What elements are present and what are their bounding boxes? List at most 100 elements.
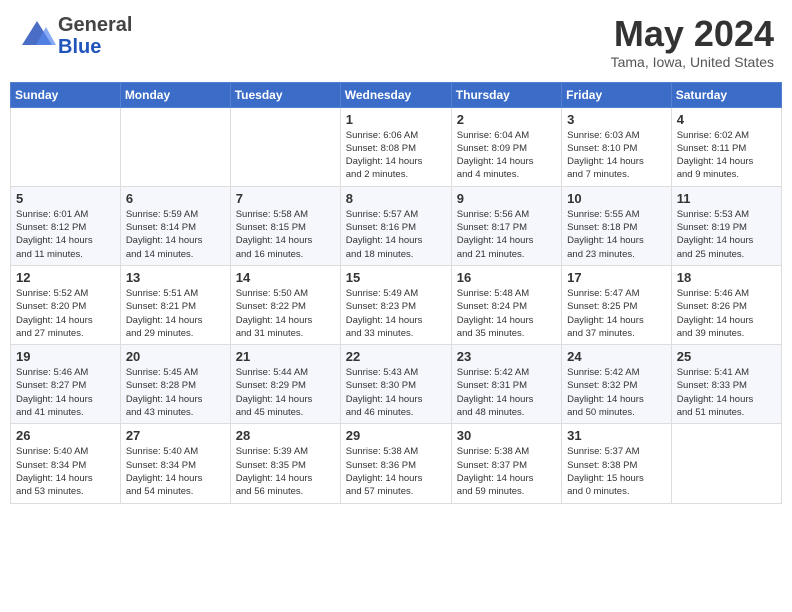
day-info: Sunrise: 5:40 AMSunset: 8:34 PMDaylight:… bbox=[126, 445, 225, 498]
calendar-cell-1-2: 7 Sunrise: 5:58 AMSunset: 8:15 PMDaylight… bbox=[230, 186, 340, 265]
calendar-cell-2-3: 15Sunrise: 5:49 AMSunset: 8:23 PMDayligh… bbox=[340, 265, 451, 344]
day-number: 20 bbox=[126, 349, 225, 364]
day-info: Sunrise: 5:41 AMSunset: 8:33 PMDaylight:… bbox=[677, 366, 776, 419]
calendar-cell-3-5: 24Sunrise: 5:42 AMSunset: 8:32 PMDayligh… bbox=[562, 345, 672, 424]
day-info: Sunrise: 5:57 AMSunset: 8:16 PMDaylight:… bbox=[346, 208, 446, 261]
logo-general-text: General bbox=[58, 14, 132, 36]
day-info: Sunrise: 5:44 AMSunset: 8:29 PMDaylight:… bbox=[236, 366, 335, 419]
day-info: Sunrise: 5:52 AMSunset: 8:20 PMDaylight:… bbox=[16, 287, 115, 340]
day-number: 24 bbox=[567, 349, 666, 364]
day-number: 23 bbox=[457, 349, 556, 364]
day-number: 1 bbox=[346, 112, 446, 127]
day-number: 9 bbox=[457, 191, 556, 206]
logo-blue-text: Blue bbox=[58, 36, 132, 58]
day-info: Sunrise: 5:38 AMSunset: 8:37 PMDaylight:… bbox=[457, 445, 556, 498]
day-number: 11 bbox=[677, 191, 776, 206]
day-number: 31 bbox=[567, 428, 666, 443]
day-number: 28 bbox=[236, 428, 335, 443]
calendar-cell-0-5: 3Sunrise: 6:03 AMSunset: 8:10 PMDaylight… bbox=[562, 107, 672, 186]
day-number: 29 bbox=[346, 428, 446, 443]
calendar-cell-2-6: 18 Sunrise: 5:46 AMSunset: 8:26 PMDayligh… bbox=[671, 265, 781, 344]
location-label: Tama, Iowa, United States bbox=[611, 54, 774, 70]
week-row-2: 5 Sunrise: 6:01 AMSunset: 8:12 PMDaylight… bbox=[11, 186, 782, 265]
col-friday: Friday bbox=[562, 82, 672, 107]
calendar-cell-4-0: 26Sunrise: 5:40 AMSunset: 8:34 PMDayligh… bbox=[11, 424, 121, 503]
calendar-cell-1-4: 9 Sunrise: 5:56 AMSunset: 8:17 PMDaylight… bbox=[451, 186, 561, 265]
calendar-cell-2-0: 12Sunrise: 5:52 AMSunset: 8:20 PMDayligh… bbox=[11, 265, 121, 344]
day-info: Sunrise: 5:56 AMSunset: 8:17 PMDaylight:… bbox=[457, 208, 556, 261]
day-number: 7 bbox=[236, 191, 335, 206]
week-row-3: 12Sunrise: 5:52 AMSunset: 8:20 PMDayligh… bbox=[11, 265, 782, 344]
calendar-cell-3-3: 22 Sunrise: 5:43 AMSunset: 8:30 PMDayligh… bbox=[340, 345, 451, 424]
page-header: General Blue May 2024 Tama, Iowa, United… bbox=[10, 10, 782, 74]
calendar-cell-3-1: 20 Sunrise: 5:45 AMSunset: 8:28 PMDayligh… bbox=[120, 345, 230, 424]
day-number: 16 bbox=[457, 270, 556, 285]
calendar-cell-1-1: 6Sunrise: 5:59 AMSunset: 8:14 PMDaylight… bbox=[120, 186, 230, 265]
day-info: Sunrise: 6:06 AMSunset: 8:08 PMDaylight:… bbox=[346, 129, 446, 182]
day-info: Sunrise: 5:43 AMSunset: 8:30 PMDaylight:… bbox=[346, 366, 446, 419]
week-row-4: 19 Sunrise: 5:46 AMSunset: 8:27 PMDayligh… bbox=[11, 345, 782, 424]
calendar-cell-0-2 bbox=[230, 107, 340, 186]
day-number: 19 bbox=[16, 349, 115, 364]
calendar-cell-1-6: 11 Sunrise: 5:53 AMSunset: 8:19 PMDayligh… bbox=[671, 186, 781, 265]
calendar-cell-2-2: 14 Sunrise: 5:50 AMSunset: 8:22 PMDayligh… bbox=[230, 265, 340, 344]
day-info: Sunrise: 5:48 AMSunset: 8:24 PMDaylight:… bbox=[457, 287, 556, 340]
day-info: Sunrise: 5:45 AMSunset: 8:28 PMDaylight:… bbox=[126, 366, 225, 419]
day-info: Sunrise: 5:46 AMSunset: 8:26 PMDaylight:… bbox=[677, 287, 776, 340]
day-info: Sunrise: 6:01 AMSunset: 8:12 PMDaylight:… bbox=[16, 208, 115, 261]
calendar-cell-3-0: 19 Sunrise: 5:46 AMSunset: 8:27 PMDayligh… bbox=[11, 345, 121, 424]
calendar-cell-4-6 bbox=[671, 424, 781, 503]
day-info: Sunrise: 5:39 AMSunset: 8:35 PMDaylight:… bbox=[236, 445, 335, 498]
day-info: Sunrise: 5:51 AMSunset: 8:21 PMDaylight:… bbox=[126, 287, 225, 340]
day-number: 17 bbox=[567, 270, 666, 285]
calendar-cell-4-3: 29 Sunrise: 5:38 AMSunset: 8:36 PMDayligh… bbox=[340, 424, 451, 503]
month-title: May 2024 bbox=[611, 14, 774, 54]
day-number: 18 bbox=[677, 270, 776, 285]
day-number: 5 bbox=[16, 191, 115, 206]
day-number: 21 bbox=[236, 349, 335, 364]
calendar-header-row: Sunday Monday Tuesday Wednesday Thursday… bbox=[11, 82, 782, 107]
day-info: Sunrise: 5:46 AMSunset: 8:27 PMDaylight:… bbox=[16, 366, 115, 419]
calendar-cell-2-4: 16 Sunrise: 5:48 AMSunset: 8:24 PMDayligh… bbox=[451, 265, 561, 344]
day-number: 14 bbox=[236, 270, 335, 285]
day-info: Sunrise: 6:02 AMSunset: 8:11 PMDaylight:… bbox=[677, 129, 776, 182]
day-info: Sunrise: 5:55 AMSunset: 8:18 PMDaylight:… bbox=[567, 208, 666, 261]
logo: General Blue bbox=[18, 14, 132, 58]
day-number: 26 bbox=[16, 428, 115, 443]
calendar-cell-0-1 bbox=[120, 107, 230, 186]
calendar-body: 1 Sunrise: 6:06 AMSunset: 8:08 PMDaylight… bbox=[11, 107, 782, 503]
calendar-cell-3-2: 21 Sunrise: 5:44 AMSunset: 8:29 PMDayligh… bbox=[230, 345, 340, 424]
calendar-cell-1-0: 5 Sunrise: 6:01 AMSunset: 8:12 PMDaylight… bbox=[11, 186, 121, 265]
calendar-cell-4-2: 28 Sunrise: 5:39 AMSunset: 8:35 PMDayligh… bbox=[230, 424, 340, 503]
day-info: Sunrise: 5:58 AMSunset: 8:15 PMDaylight:… bbox=[236, 208, 335, 261]
calendar-cell-4-5: 31 Sunrise: 5:37 AMSunset: 8:38 PMDayligh… bbox=[562, 424, 672, 503]
calendar-cell-3-6: 25 Sunrise: 5:41 AMSunset: 8:33 PMDayligh… bbox=[671, 345, 781, 424]
col-monday: Monday bbox=[120, 82, 230, 107]
col-sunday: Sunday bbox=[11, 82, 121, 107]
logo-name: General Blue bbox=[58, 14, 132, 58]
day-info: Sunrise: 5:37 AMSunset: 8:38 PMDaylight:… bbox=[567, 445, 666, 498]
calendar-cell-4-4: 30Sunrise: 5:38 AMSunset: 8:37 PMDayligh… bbox=[451, 424, 561, 503]
day-info: Sunrise: 5:47 AMSunset: 8:25 PMDaylight:… bbox=[567, 287, 666, 340]
calendar-cell-3-4: 23Sunrise: 5:42 AMSunset: 8:31 PMDayligh… bbox=[451, 345, 561, 424]
col-saturday: Saturday bbox=[671, 82, 781, 107]
day-number: 10 bbox=[567, 191, 666, 206]
day-info: Sunrise: 5:50 AMSunset: 8:22 PMDaylight:… bbox=[236, 287, 335, 340]
day-number: 6 bbox=[126, 191, 225, 206]
day-number: 8 bbox=[346, 191, 446, 206]
week-row-5: 26 Sunrise: 5:40 AMSunset: 8:34 PMDayligh… bbox=[11, 424, 782, 503]
day-info: Sunrise: 5:38 AMSunset: 8:36 PMDaylight:… bbox=[346, 445, 446, 498]
day-number: 25 bbox=[677, 349, 776, 364]
calendar-cell-1-3: 8 Sunrise: 5:57 AMSunset: 8:16 PMDaylight… bbox=[340, 186, 451, 265]
calendar-cell-2-1: 13Sunrise: 5:51 AMSunset: 8:21 PMDayligh… bbox=[120, 265, 230, 344]
calendar-table: Sunday Monday Tuesday Wednesday Thursday… bbox=[10, 82, 782, 504]
day-info: Sunrise: 5:53 AMSunset: 8:19 PMDaylight:… bbox=[677, 208, 776, 261]
day-number: 22 bbox=[346, 349, 446, 364]
day-number: 4 bbox=[677, 112, 776, 127]
col-wednesday: Wednesday bbox=[340, 82, 451, 107]
calendar-cell-0-3: 1 Sunrise: 6:06 AMSunset: 8:08 PMDaylight… bbox=[340, 107, 451, 186]
day-info: Sunrise: 6:03 AMSunset: 8:10 PMDaylight:… bbox=[567, 129, 666, 182]
title-block: May 2024 Tama, Iowa, United States bbox=[611, 14, 774, 70]
col-tuesday: Tuesday bbox=[230, 82, 340, 107]
day-info: Sunrise: 5:49 AMSunset: 8:23 PMDaylight:… bbox=[346, 287, 446, 340]
